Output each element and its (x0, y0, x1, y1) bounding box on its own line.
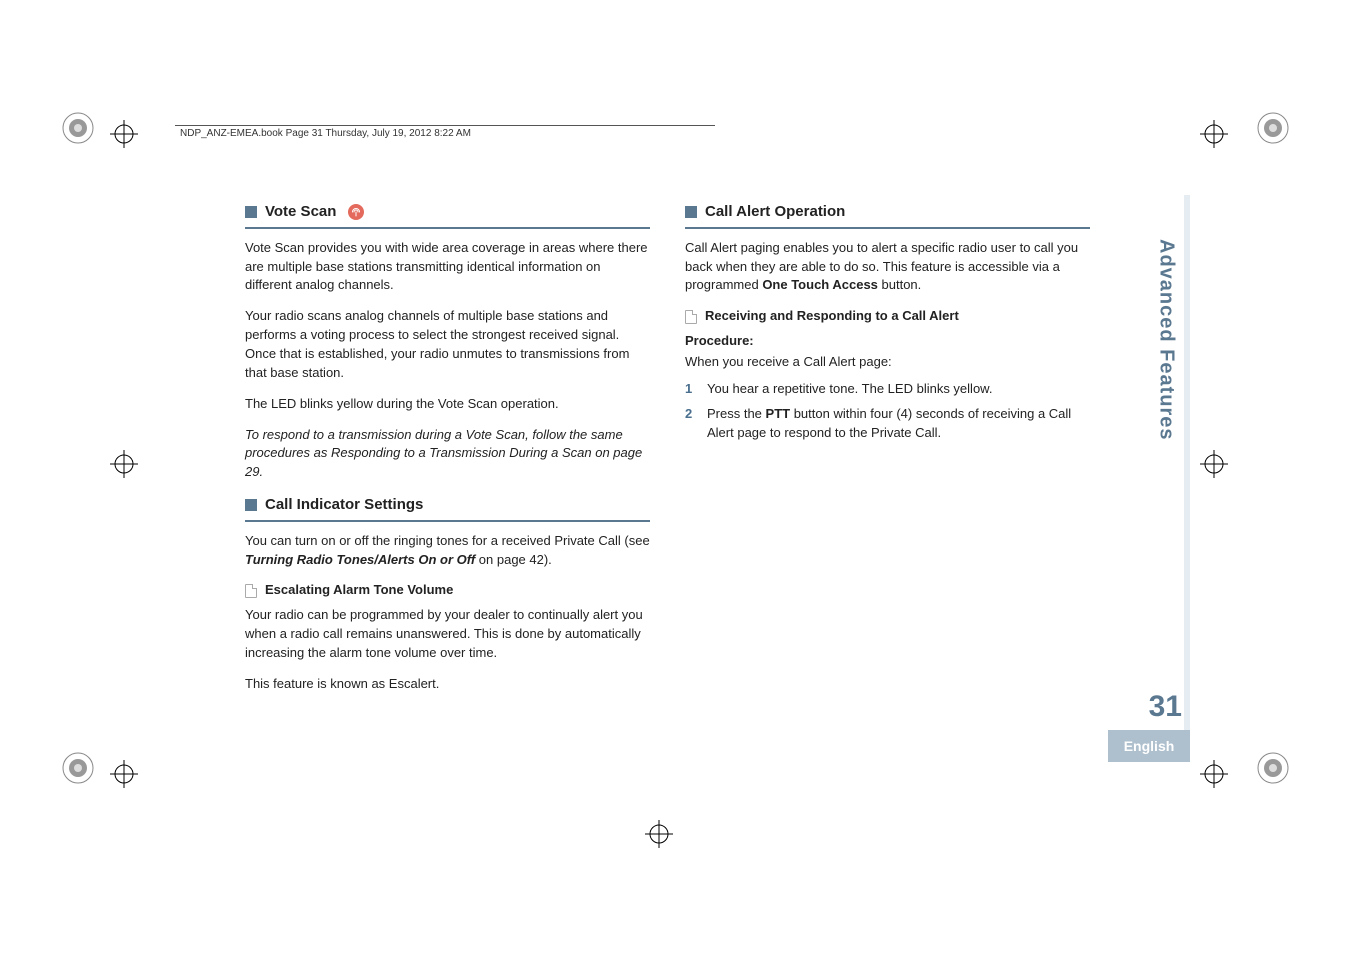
crop-mark-icon (1200, 760, 1228, 788)
text-run: Press the (707, 406, 766, 421)
body-text-italic: To respond to a transmission during a Vo… (245, 426, 650, 483)
section-divider (245, 227, 650, 229)
body-text: The LED blinks yellow during the Vote Sc… (245, 395, 650, 414)
step-number: 2 (685, 405, 697, 443)
section-bullet-icon (245, 206, 257, 218)
section-divider (685, 227, 1090, 229)
step-number: 1 (685, 380, 697, 399)
page-icon (245, 584, 257, 598)
section-bullet-icon (685, 206, 697, 218)
list-item: 2 Press the PTT button within four (4) s… (685, 405, 1090, 443)
body-text: Your radio scans analog channels of mult… (245, 307, 650, 382)
language-tab: English (1108, 730, 1190, 762)
body-text: This feature is known as Escalert. (245, 675, 650, 694)
step-text: You hear a repetitive tone. The LED blin… (707, 380, 1090, 399)
step-text: Press the PTT button within four (4) sec… (707, 405, 1090, 443)
list-item: 1 You hear a repetitive tone. The LED bl… (685, 380, 1090, 399)
text-run: on page 42). (475, 552, 552, 567)
body-text: Your radio can be programmed by your dea… (245, 606, 650, 663)
section-bullet-icon (245, 499, 257, 511)
body-text: Vote Scan provides you with wide area co… (245, 239, 650, 296)
registration-dial-icon (60, 110, 96, 146)
body-text: You can turn on or off the ringing tones… (245, 532, 650, 570)
left-column: Vote Scan Vote Scan provides you with wi… (245, 195, 650, 706)
page-icon (685, 310, 697, 324)
subsection-heading-receiving: Receiving and Responding to a Call Alert (685, 307, 1090, 326)
subsection-title: Receiving and Responding to a Call Alert (705, 307, 959, 326)
crop-mark-icon (110, 120, 138, 148)
antenna-icon (348, 204, 364, 220)
crop-mark-icon (1200, 120, 1228, 148)
section-tab-label: Advanced Features (1155, 239, 1178, 441)
running-head: NDP_ANZ-EMEA.book Page 31 Thursday, July… (180, 128, 471, 139)
section-heading-call-indicator: Call Indicator Settings (245, 494, 650, 516)
registration-dial-icon (60, 750, 96, 786)
crop-mark-icon (1200, 450, 1228, 478)
language-label: English (1124, 738, 1175, 754)
procedure-label: Procedure: (685, 333, 754, 348)
body-text: Call Alert paging enables you to alert a… (685, 239, 1090, 296)
procedure-list: 1 You hear a repetitive tone. The LED bl… (685, 380, 1090, 443)
text-bold: One Touch Access (762, 277, 878, 292)
registration-dial-icon (1255, 750, 1291, 786)
text-emphasis: Turning Radio Tones/Alerts On or Off (245, 552, 475, 567)
section-title: Call Indicator Settings (265, 494, 423, 516)
section-heading-vote-scan: Vote Scan (245, 201, 650, 223)
text-run: button. (878, 277, 921, 292)
section-tab: Advanced Features (1146, 220, 1186, 460)
page-number: 31 (1149, 690, 1182, 724)
crop-mark-icon (110, 760, 138, 788)
registration-dial-icon (1255, 110, 1291, 146)
section-heading-call-alert: Call Alert Operation (685, 201, 1090, 223)
subsection-title: Escalating Alarm Tone Volume (265, 581, 453, 600)
crop-mark-icon (645, 820, 673, 848)
subsection-heading-escalating: Escalating Alarm Tone Volume (245, 581, 650, 600)
text-run: You can turn on or off the ringing tones… (245, 533, 650, 548)
section-title: Vote Scan (265, 201, 336, 223)
text-bold: PTT (766, 406, 791, 421)
section-divider (245, 520, 650, 522)
procedure-intro: When you receive a Call Alert page: (685, 353, 1090, 372)
right-column: Call Alert Operation Call Alert paging e… (685, 195, 1090, 454)
header-rule (175, 125, 715, 126)
section-title: Call Alert Operation (705, 201, 845, 223)
crop-mark-icon (110, 450, 138, 478)
